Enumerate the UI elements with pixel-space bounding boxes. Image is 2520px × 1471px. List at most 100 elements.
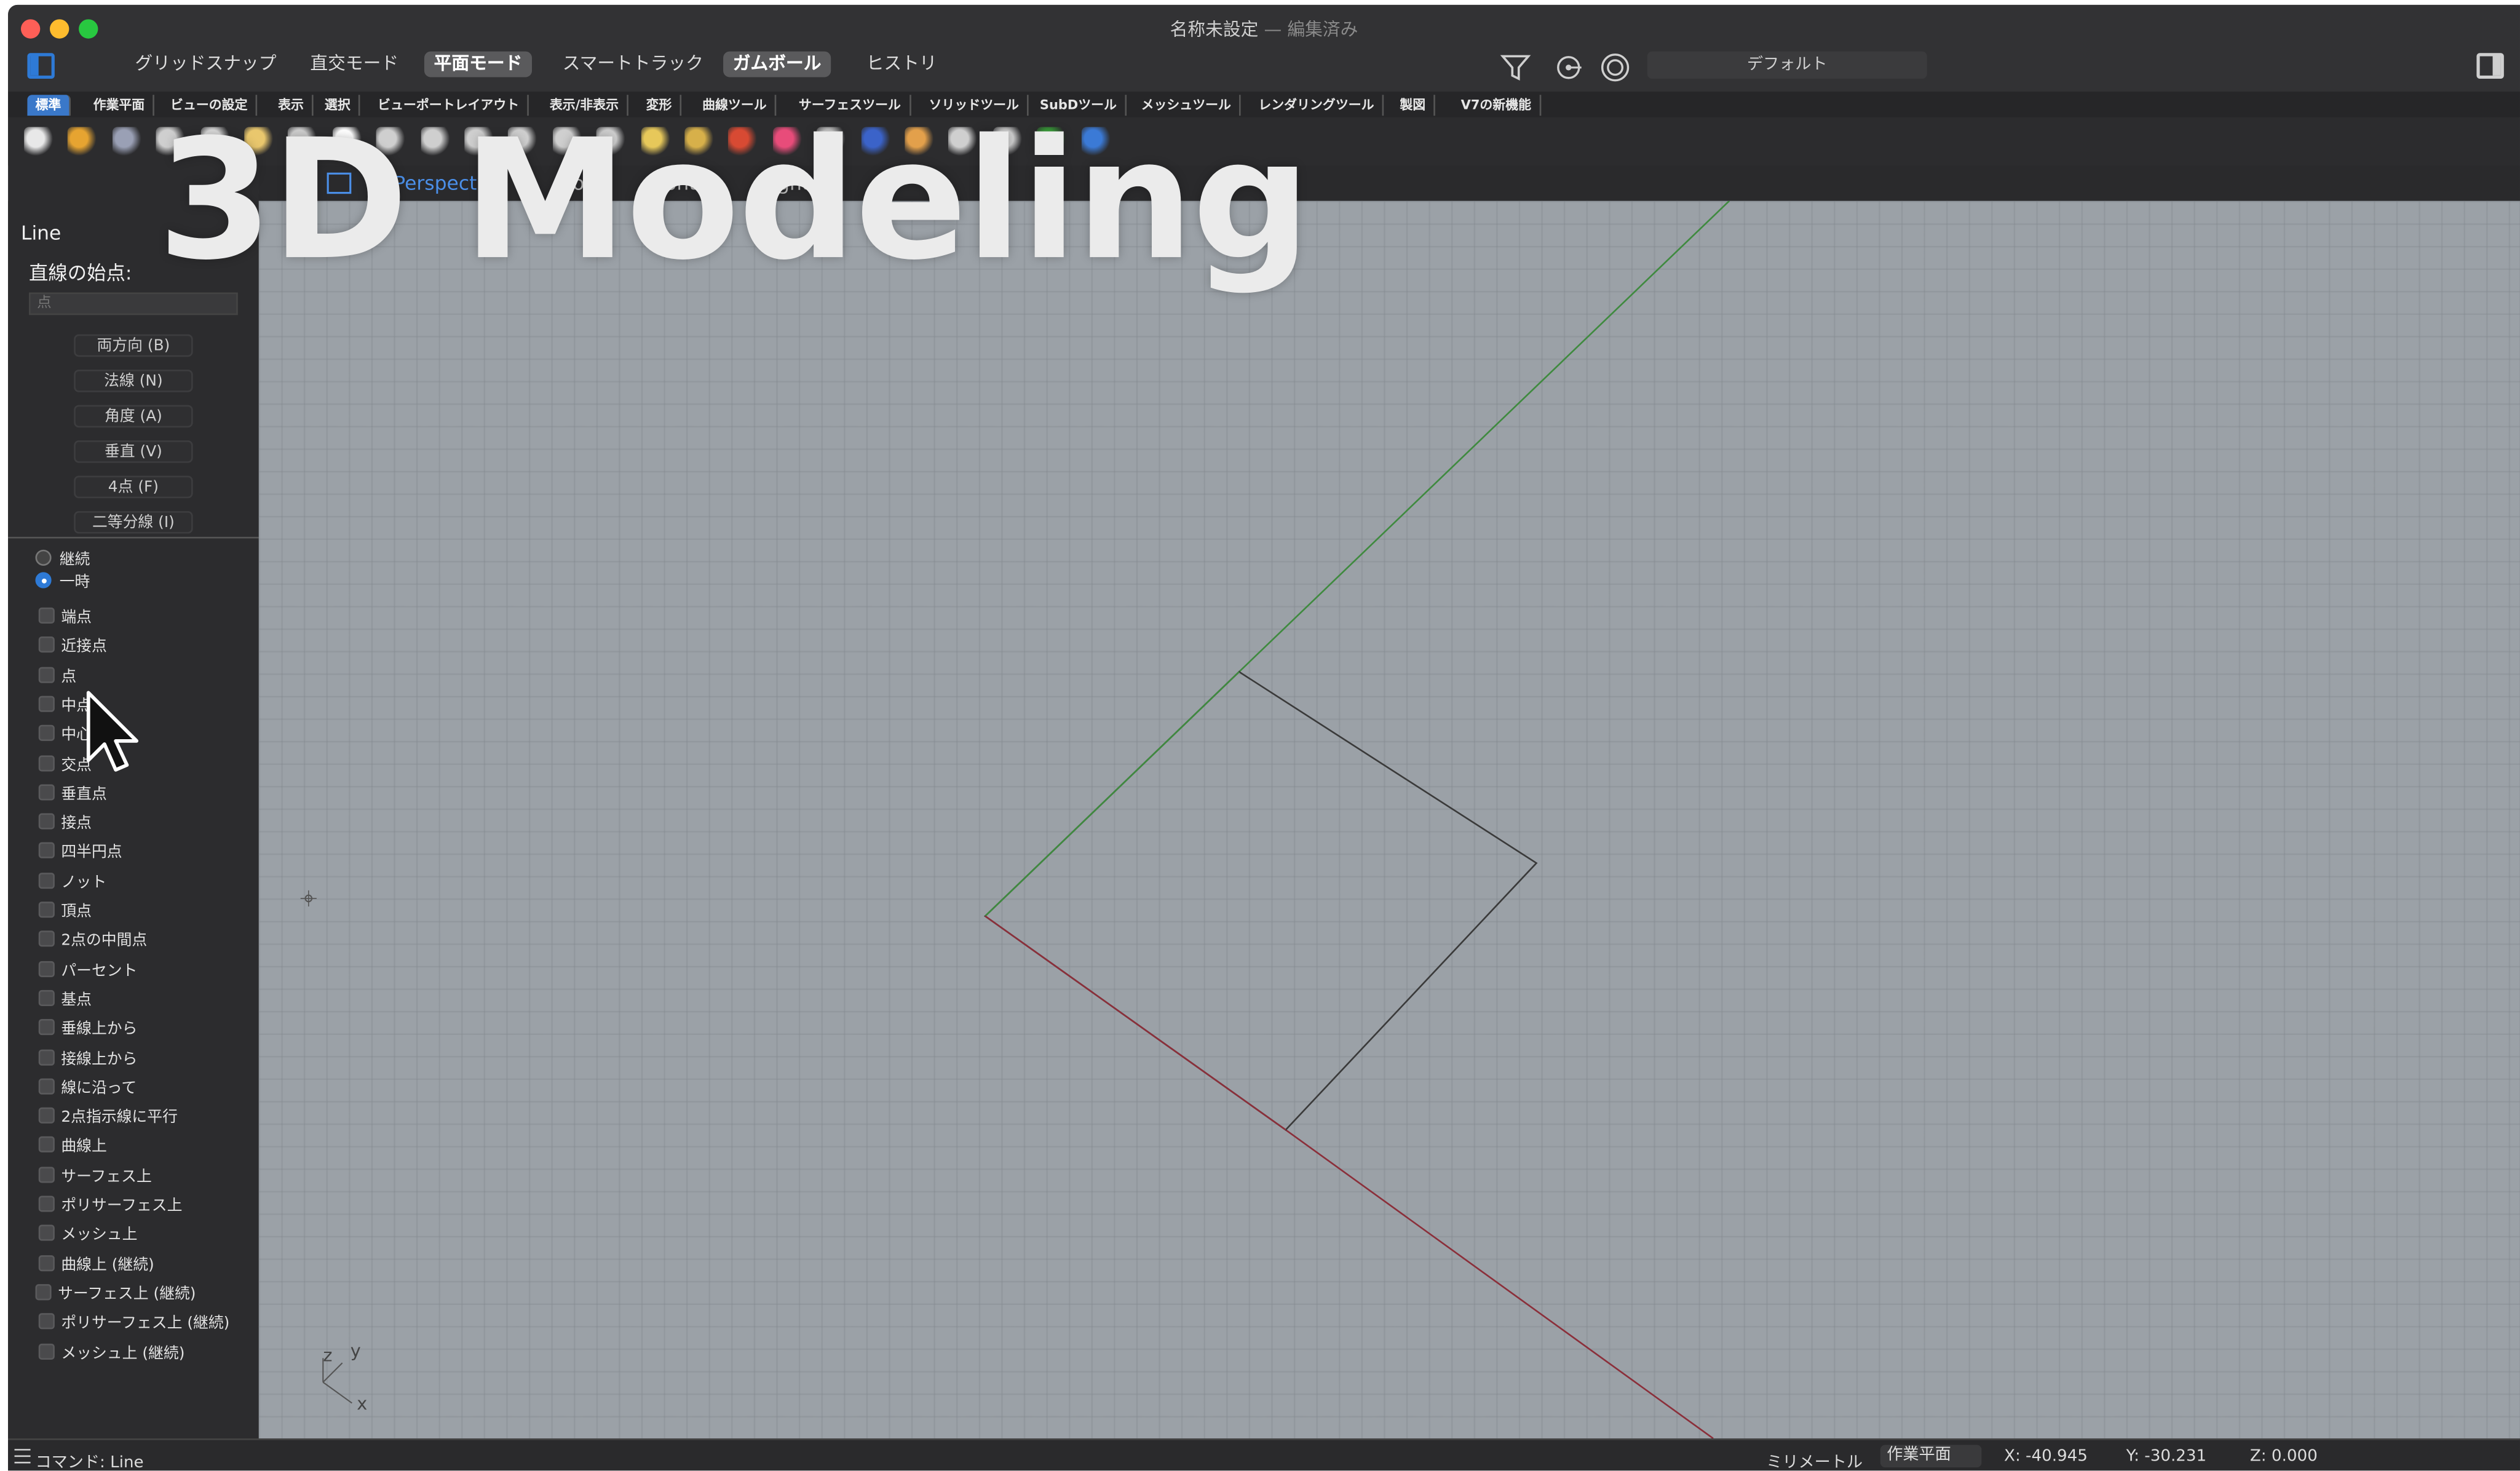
option-bisector-button[interactable]: 二等分線 (I) [74,511,193,534]
osnap-checkbox-5[interactable] [38,755,55,771]
osnap-checkbox-6[interactable] [38,783,55,800]
tab-1[interactable]: 作業平面 [85,95,154,116]
osnap-label-21: メッシュ上 [61,1226,138,1245]
osnap-label-22: 曲線上 (継続) [61,1256,154,1274]
osnap-checkbox-1[interactable] [38,636,55,653]
osnap-checkbox-16[interactable] [38,1078,55,1095]
app: 名称未設定 — 編集済み グリッドスナップ 直交モード 平面モード スマートトラ… [0,0,2520,1471]
ortho-button[interactable]: 直交モード [301,52,408,77]
rhino-window: 名称未設定 — 編集済み グリッドスナップ 直交モード 平面モード スマートトラ… [8,4,2520,1471]
sidebar-toggle-icon[interactable] [27,53,55,79]
osnap-checkbox-22[interactable] [38,1255,55,1271]
osnap-persistent-radio[interactable] [35,549,52,566]
grid-snap-button[interactable]: グリッドスナップ [125,52,286,77]
cplane-select[interactable]: 作業平面 [1880,1445,1982,1468]
new-file-icon[interactable] [24,127,53,156]
units-label: ミリメートル [1766,1454,1863,1471]
osnap-checkbox-4[interactable] [38,725,55,742]
osnap-checkbox-24[interactable] [38,1313,55,1330]
gumball-button[interactable]: ガムボール [723,51,831,77]
osnap-label-6: 垂直点 [61,785,107,804]
osnap-label-9: ノット [61,873,107,892]
mouse-cursor-icon [86,691,139,772]
command-line[interactable]: コマンド: Line [35,1448,143,1470]
status-bar: コマンド: Line ミリメートル 作業平面 X: -40.945 Y: -30… [8,1438,2520,1471]
osnap-checkbox-19[interactable] [38,1166,55,1183]
tab-0[interactable]: 標準 [27,95,71,116]
title-bar: 名称未設定 — 編集済み グリッドスナップ 直交モード 平面モード スマートトラ… [8,4,2520,92]
osnap-label-24: ポリサーフェス上 (継続) [61,1315,230,1333]
osnap-label-10: 頂点 [61,903,92,921]
osnap-checkbox-18[interactable] [38,1136,55,1153]
osnap-checkbox-11[interactable] [38,930,55,948]
osnap-checkbox-8[interactable] [38,843,55,859]
coord-x: X: -40.945 [2004,1448,2088,1466]
osnap-checkbox-25[interactable] [38,1342,55,1359]
smart-track-button[interactable]: スマートトラック [553,52,713,77]
osnap-checkbox-23[interactable] [35,1283,52,1301]
filter-icon[interactable] [1499,52,1531,84]
osnap-oneshot-radio[interactable] [35,572,52,589]
viewport-geometry [300,200,1730,1439]
axis-y-label: y [350,1340,361,1362]
osnap-label-18: 曲線上 [61,1138,107,1157]
osnap-label-11: 2点の中間点 [61,932,148,951]
x-axis-line [1285,1129,1714,1439]
option-angle-button[interactable]: 角度 (A) [74,405,193,428]
tab-14[interactable]: 製図 [1392,95,1435,116]
osnap-ring-icon[interactable] [1599,52,1631,84]
document-status: 編集済み [1287,19,1358,41]
panel-divider [8,536,259,539]
command-panel: Line 直線の始点: 両方向 (B) 法線 (N) 角度 (A) 垂直 (V)… [8,200,259,1439]
osnap-checkbox-3[interactable] [38,696,55,712]
layer-select[interactable]: デフォルト [1647,51,1927,79]
open-folder-icon[interactable] [68,127,97,156]
coord-z: Z: 0.000 [2249,1448,2318,1466]
snap-target-icon[interactable] [1554,53,1583,82]
command-name: Line [20,221,61,245]
osnap-label-15: 接線上から [61,1050,138,1068]
option-four-point-button[interactable]: 4点 (F) [74,475,193,499]
option-normal-button[interactable]: 法線 (N) [74,370,193,392]
option-both-sides-button[interactable]: 両方向 (B) [74,334,193,357]
osnap-checkbox-15[interactable] [38,1049,55,1065]
osnap-checkbox-20[interactable] [38,1195,55,1212]
osnap-checkbox-12[interactable] [38,960,55,977]
window-title: 名称未設定 — 編集済み [8,16,2520,42]
document-name: 名称未設定 [1170,19,1259,41]
osnap-label-2: 点 [61,668,77,686]
command-prompt: 直線の始点: [29,262,132,285]
planar-button[interactable]: 平面モード [424,51,533,77]
osnap-checkbox-2[interactable] [38,666,55,683]
y-axis-line [1238,200,1730,673]
osnap-label-19: サーフェス上 [61,1168,152,1186]
option-vertical-button[interactable]: 垂直 (V) [74,440,193,463]
overlay-caption: 3D Modeling [157,104,1310,298]
save-icon[interactable] [112,127,141,156]
axis-z-label: z [323,1345,333,1366]
command-history-icon[interactable] [14,1448,31,1464]
osnap-checkbox-9[interactable] [38,872,55,889]
tab-15[interactable]: V7の新機能 [1453,95,1541,116]
osnap-checkbox-21[interactable] [38,1225,55,1242]
osnap-label-14: 垂線上から [61,1021,138,1039]
axis-x-label: x [357,1393,368,1414]
osnap-checkbox-14[interactable] [38,1019,55,1036]
osnap-checkbox-17[interactable] [38,1107,55,1124]
right-panel-toggle-icon[interactable] [2476,53,2504,79]
osnap-checkbox-13[interactable] [38,989,55,1006]
osnap-label-8: 四半円点 [61,844,122,862]
osnap-checkbox-10[interactable] [38,902,55,918]
rectangle-curve [984,670,1538,1132]
coord-y: Y: -30.231 [2126,1448,2207,1466]
osnap-checkbox-7[interactable] [38,813,55,830]
osnap-persistent-label: 継続 [59,551,90,569]
perspective-viewport[interactable]: z y x [258,200,2520,1439]
crosshair-icon [300,890,317,907]
osnap-label-13: 基点 [61,991,92,1009]
history-button[interactable]: ヒストリ [857,52,946,77]
osnap-checkbox-0[interactable] [38,607,55,624]
osnap-label-1: 近接点 [61,638,107,657]
osnap-label-20: ポリサーフェス上 [61,1197,183,1215]
osnap-label-16: 線に沿って [61,1079,137,1098]
